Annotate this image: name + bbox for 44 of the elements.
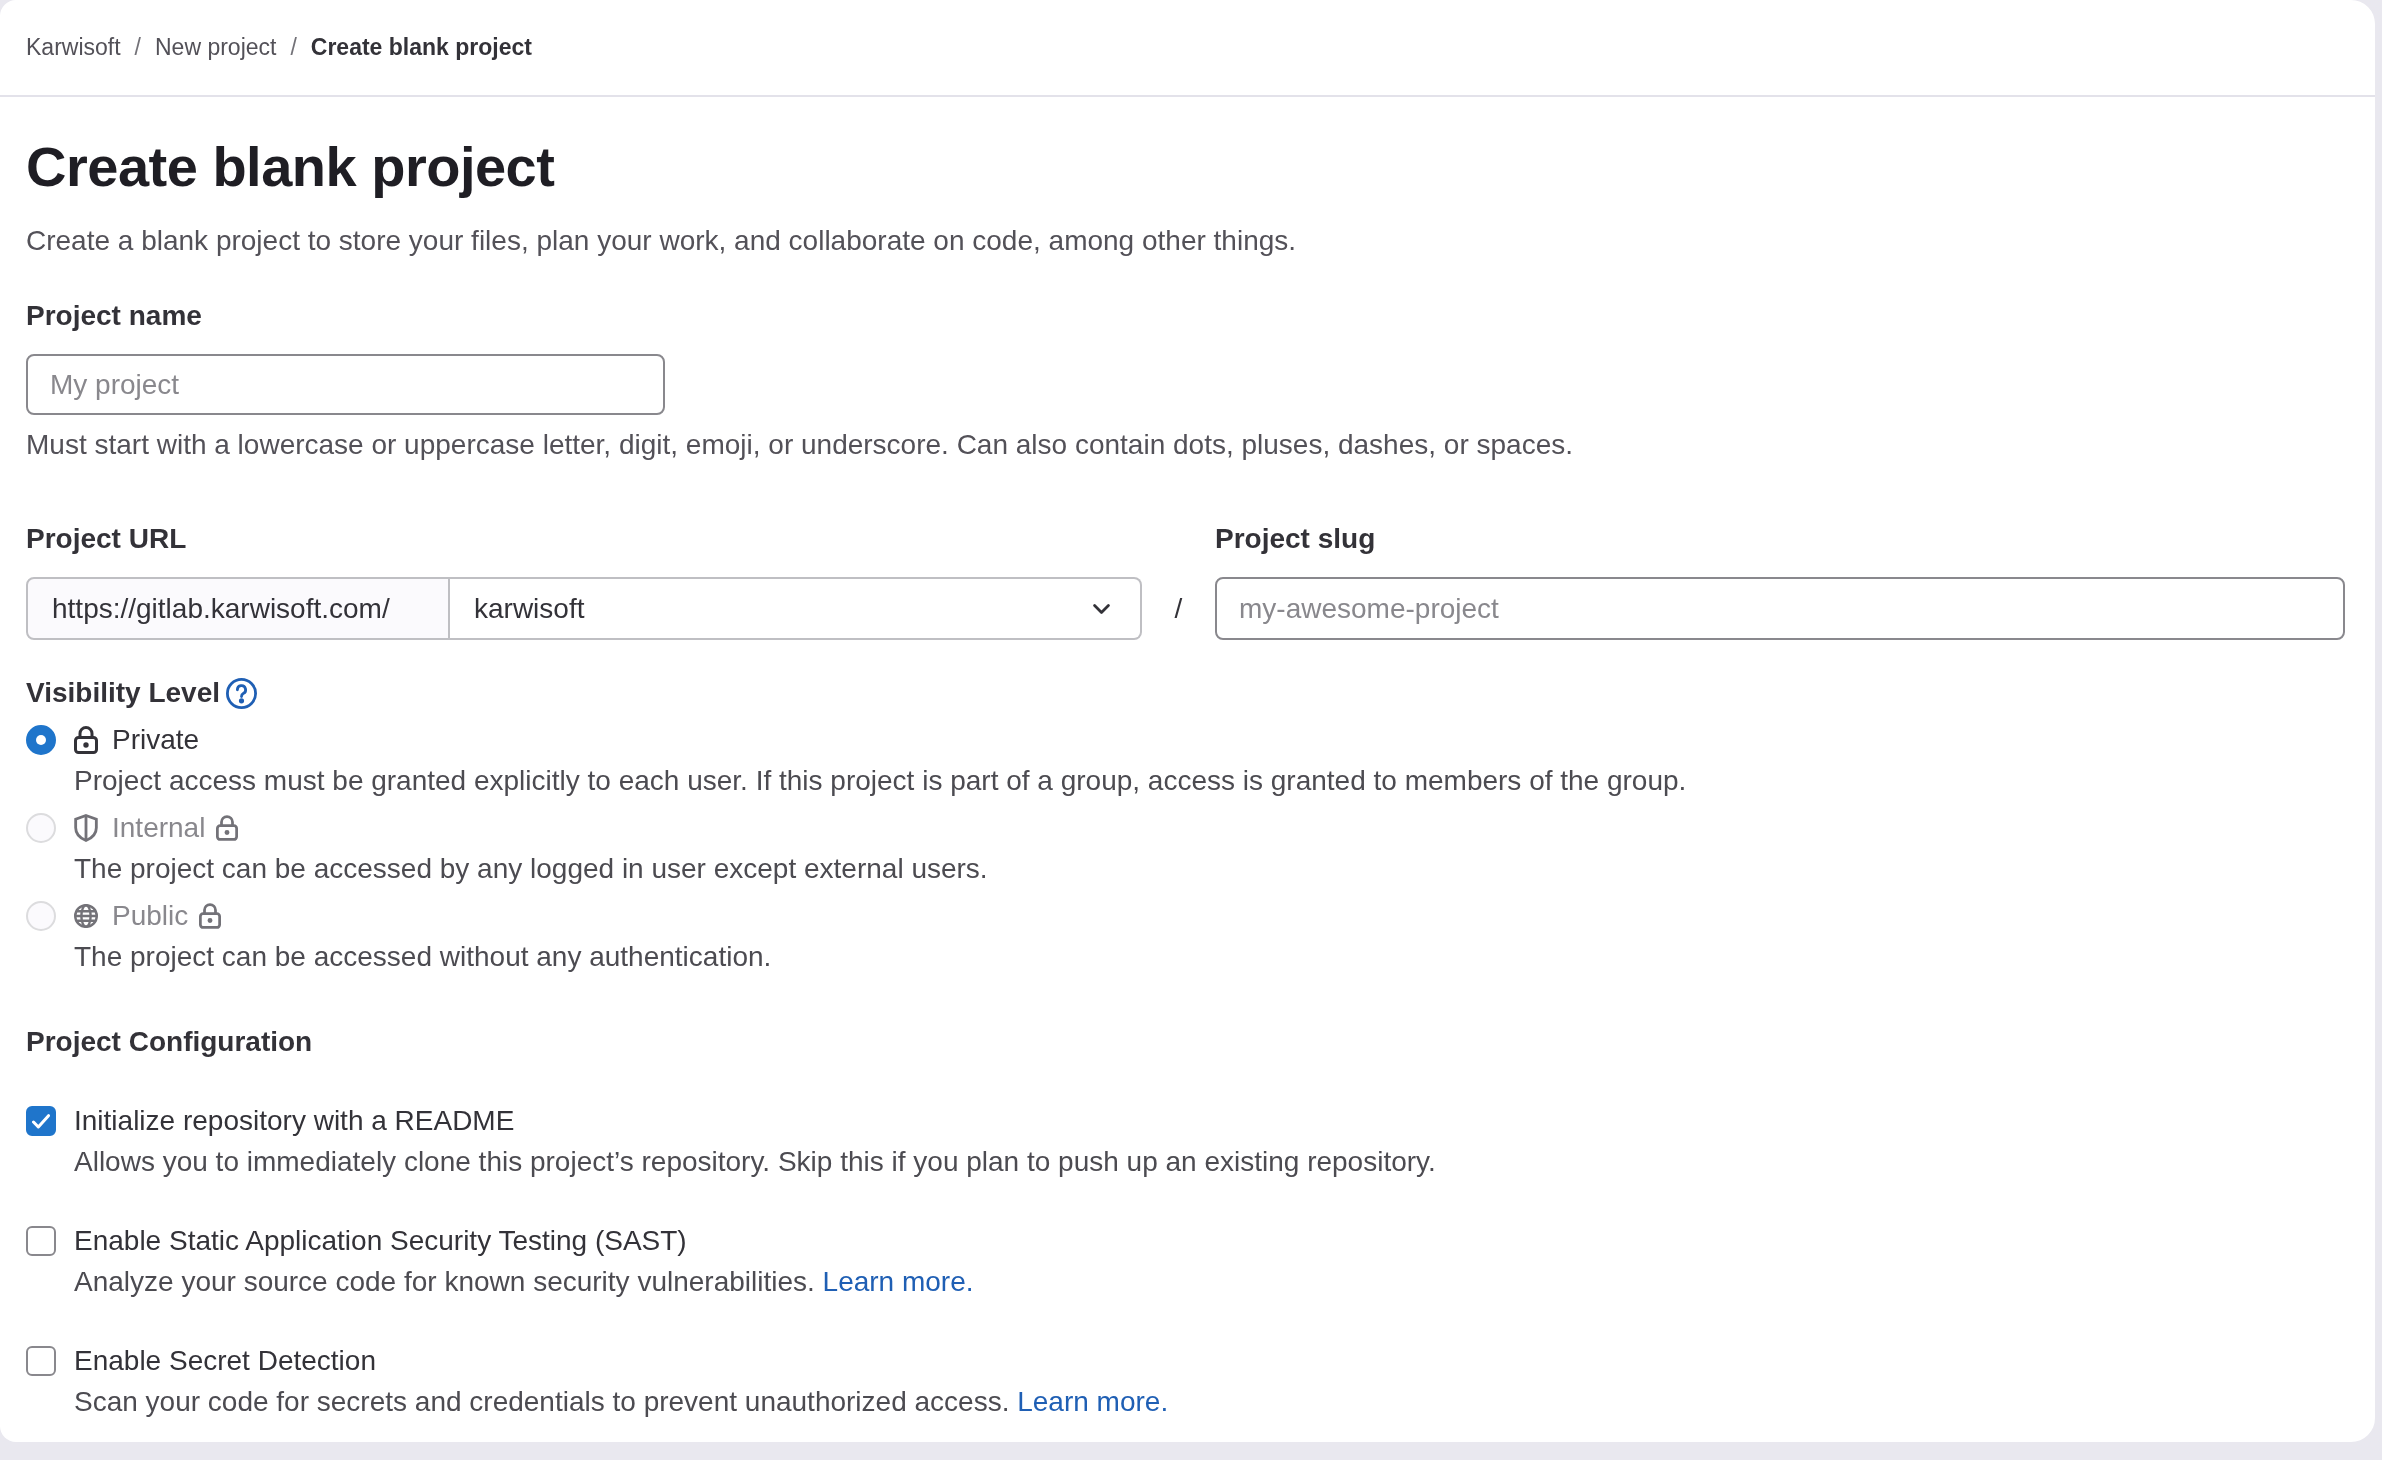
option-label[interactable]: Private [112,722,200,758]
shield-icon [74,814,98,842]
chevron-down-icon [1093,603,1110,614]
learn-more-link[interactable]: Learn more. [822,1266,974,1297]
option-label[interactable]: Initialize repository with a README [74,1103,515,1139]
checkbox[interactable] [26,1226,56,1256]
checkbox[interactable] [26,1106,56,1136]
radio-button[interactable] [26,725,56,755]
breadcrumb-separator: / [134,34,141,61]
option-description: The project can be accessed by any logged in user except external users. [74,852,989,886]
project-slug-input[interactable]: my-awesome-project [1215,577,2345,640]
breadcrumb-link[interactable]: Karwisoft [26,34,121,61]
lock-icon [199,903,222,929]
lock-icon [216,815,239,841]
field-label: Project slug [1215,522,1377,556]
field-help-text: Must start with a lowercase or uppercase letter, digit, emoji, or underscore. Can also contain dots, pluses, dashes, or spaces. [26,428,1574,462]
path-separator: / [1174,592,1183,625]
breadcrumb-link[interactable]: New project [155,34,277,61]
option-label[interactable]: Enable Secret Detection [74,1343,376,1379]
page-title: Create blank project [26,134,556,200]
page-description: Create a blank project to store your files, plan your work, and collaborate on code, among other things. [26,224,1298,258]
url-prefix: https://gitlab.karwisoft.com/ [26,577,450,640]
field-label: Project name [26,299,203,333]
option-description: Project access must be granted explicitly to each user. If this project is part of a group, access is granted to members of the group. [74,764,1688,798]
option-description: Allows you to immediately clone this project’s repository. Skip this if you plan to push up an existing repository. [74,1145,1437,1179]
breadcrumb-separator: / [290,34,297,61]
check-icon [32,1113,50,1129]
section-label: Project Configuration [26,1025,314,1059]
project-name-input[interactable]: My project [26,354,665,415]
section-label: Visibility Level [26,676,221,710]
globe-icon [74,902,98,930]
learn-more-link[interactable]: Learn more. [1017,1386,1169,1417]
namespace-dropdown[interactable]: karwisoft [450,577,1142,640]
checkbox[interactable] [26,1346,56,1376]
option-label: Public [112,899,189,933]
breadcrumb-link[interactable]: Create blank project [310,34,532,61]
option-description: Analyze your source code for known security vulnerabilities. Learn more. [74,1265,975,1299]
option-label[interactable]: Enable Static Application Security Testing (SAST) [74,1223,687,1259]
field-label: Project URL [26,522,188,556]
option-description: The project can be accessed without any authentication. [74,940,773,974]
option-description: Scan your code for secrets and credentials to prevent unauthorized access. Learn more. [74,1385,1170,1419]
option-label: Internal [112,811,206,845]
help-icon[interactable] [226,677,258,709]
lock-icon [74,726,98,754]
